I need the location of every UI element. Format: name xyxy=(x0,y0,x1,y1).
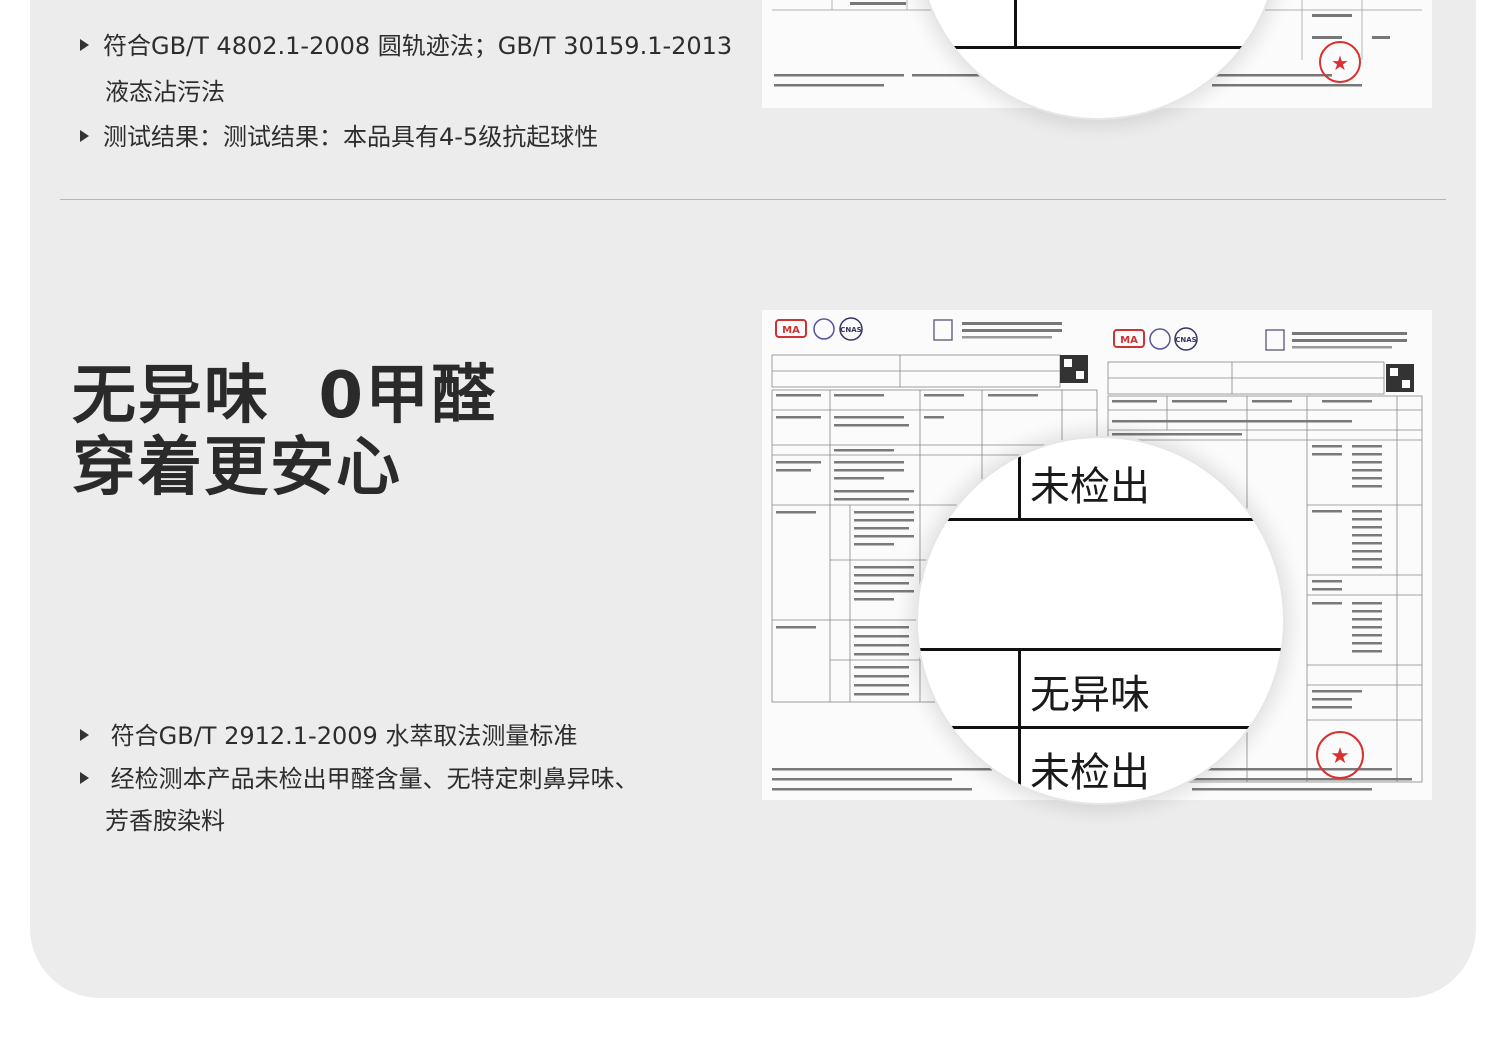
svg-text:CNAS: CNAS xyxy=(840,326,861,334)
bullet-standard-pilling: 符合GB/T 4802.1-2008 圆轨迹法；GB/T 30159.1-201… xyxy=(80,23,732,115)
section-headline: 无异味 0甲醛 穿着更安心 xyxy=(72,359,498,505)
svg-text:MA: MA xyxy=(1120,335,1138,346)
bullet-formaldehyde-standard: 符合GB/T 2912.1-2009 水萃取法测量标准 xyxy=(80,713,577,759)
magnified-result-odor: 无异味 xyxy=(1030,672,1150,718)
bullet-test-conclusion: 经检测本产品未检出甲醛含量、无特定刺鼻异味、 芳香胺染料 xyxy=(80,758,639,842)
bullet-triangle-icon xyxy=(80,772,89,784)
bullet-triangle-icon xyxy=(80,729,89,741)
magnified-result-amine: 未检出 xyxy=(1030,750,1150,796)
svg-text:MA: MA xyxy=(782,325,800,336)
section-divider xyxy=(60,199,1446,200)
svg-text:CNAS: CNAS xyxy=(1175,336,1196,344)
svg-text:★: ★ xyxy=(1330,744,1350,769)
magnifier-zoom: 未检出 无异味 未检出 xyxy=(918,438,1283,803)
bullet-triangle-icon xyxy=(80,130,89,142)
bullet-test-result: 测试结果：测试结果：本品具有4-5级抗起球性 xyxy=(80,114,598,160)
magnified-result-formaldehyde: 未检出 xyxy=(1030,464,1150,510)
bullet-triangle-icon xyxy=(80,39,89,51)
svg-text:★: ★ xyxy=(1331,51,1349,75)
